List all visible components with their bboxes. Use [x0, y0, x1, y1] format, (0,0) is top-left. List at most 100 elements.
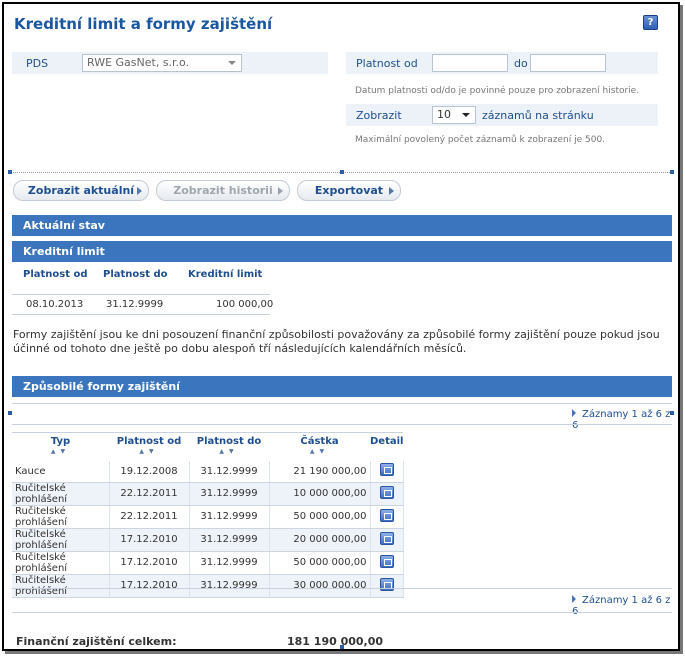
credit-divider-bottom [12, 314, 270, 315]
total-label: Finanční zajištění celkem: [16, 635, 177, 648]
arrow-right-icon [572, 409, 576, 417]
credit-header-valid-to: Platnost do [103, 269, 168, 280]
app-frame: Kreditní limit a formy zajištění ? PDS R… [2, 2, 680, 651]
divider [12, 424, 672, 425]
eligibility-note: Formy zajištění jsou ke dni posouzení fi… [13, 328, 660, 355]
export-button[interactable]: Exportovat [297, 180, 401, 201]
cell-valid-from: 22.12.2011 [109, 505, 190, 529]
cell-detail [370, 460, 404, 483]
page-size-select[interactable]: 10 [432, 106, 476, 124]
cell-valid-to: 31.12.9999 [189, 528, 270, 552]
cell-detail [370, 528, 404, 552]
sort-icon: ▲▼ [309, 448, 330, 455]
cell-valid-from: 17.12.2010 [109, 574, 190, 598]
detail-icon[interactable] [379, 463, 394, 476]
detail-icon[interactable] [379, 508, 394, 522]
cell-type: Ručitelské prohlášení [12, 528, 110, 552]
cell-valid-from: 17.12.2010 [109, 528, 190, 552]
page-title: Kreditní limit a formy zajištění [14, 15, 273, 33]
cell-valid-from: 19.12.2008 [109, 460, 190, 483]
resize-handle [8, 411, 12, 415]
cell-valid-from: 17.12.2010 [109, 551, 190, 575]
detail-icon[interactable] [379, 485, 394, 499]
column-header-valid-to[interactable]: Platnost do ▲▼ [189, 432, 269, 461]
cell-amount: 20 000 000,00 [269, 528, 371, 552]
chevron-down-icon [462, 113, 470, 117]
pds-select[interactable]: RWE GasNet, s.r.o. [82, 54, 242, 72]
table-row: Ručitelské prohlášení 22.12.2011 31.12.999… [12, 482, 404, 506]
pager-bottom-text: Záznamy 1 až 6 z 6 [572, 595, 671, 617]
cell-valid-to: 31.12.9999 [189, 551, 270, 575]
cell-detail [370, 505, 404, 529]
cell-amount: 50 000 000,00 [269, 505, 371, 529]
arrow-right-icon [572, 595, 576, 603]
cell-amount: 21 190 000,00 [269, 460, 371, 483]
cell-type: Ručitelské prohlášení [12, 574, 110, 598]
credit-divider [12, 294, 270, 295]
credit-cell-limit: 100 000,00 [216, 299, 274, 310]
cell-valid-to: 31.12.9999 [189, 505, 270, 529]
show-label: Zobrazit [356, 109, 402, 122]
show-history-button[interactable]: Zobrazit historii [156, 180, 290, 201]
cell-amount: 30 000 000,00 [269, 574, 371, 598]
valid-from-input[interactable] [432, 54, 508, 72]
resize-handle [340, 170, 344, 174]
credit-cell-valid-to: 31.12.9999 [106, 299, 164, 310]
cell-type: Ručitelské prohlášení [12, 505, 110, 529]
cell-amount: 10 000 000,00 [269, 482, 371, 506]
arrow-right-icon [389, 187, 394, 195]
section-eligible-forms: Způsobilé formy zajištění [12, 376, 672, 397]
pager-bottom[interactable]: Záznamy 1 až 6 z 6 [572, 595, 678, 617]
arrow-right-icon [278, 187, 283, 195]
resize-handle [8, 170, 12, 174]
credit-header-valid-from: Platnost od [23, 269, 88, 280]
section-credit-limit: Kreditní limit [12, 241, 672, 262]
pds-select-value: RWE GasNet, s.r.o. [87, 56, 190, 69]
table-row: Ručitelské prohlášení 17.12.2010 31.12.999… [12, 528, 404, 552]
credit-header-limit: Kreditní limit [188, 269, 263, 280]
column-header-amount[interactable]: Částka ▲▼ [269, 432, 370, 461]
sort-icon: ▲▼ [139, 448, 159, 455]
cell-valid-from: 22.12.2011 [109, 482, 190, 506]
show-history-label: Zobrazit historii [173, 184, 273, 197]
cell-detail [370, 551, 404, 575]
show-current-label: Zobrazit aktuální [27, 184, 135, 197]
show-suffix: záznamů na stránku [482, 109, 594, 122]
date-note: Datum platnosti od/do je povinné pouze p… [355, 86, 640, 96]
cell-detail [370, 482, 404, 506]
cell-valid-to: 31.12.9999 [189, 460, 270, 483]
valid-from-label: Platnost od [356, 57, 418, 70]
detail-icon[interactable] [379, 531, 394, 545]
cell-valid-to: 31.12.9999 [189, 482, 270, 506]
cell-type: Ručitelské prohlášení [12, 482, 110, 506]
column-header-type[interactable]: Typ ▲▼ [12, 432, 109, 461]
page-size-value: 10 [437, 108, 451, 121]
valid-to-label: do [514, 57, 528, 70]
total-value: 181 190 000,00 [287, 635, 384, 648]
section-current-state: Aktuální stav [12, 215, 672, 236]
divider [12, 403, 672, 404]
valid-to-input[interactable] [530, 54, 606, 72]
cell-amount: 50 000 000,00 [269, 551, 371, 575]
cell-valid-to: 31.12.9999 [189, 574, 270, 598]
detail-icon[interactable] [379, 554, 394, 568]
export-label: Exportovat [314, 184, 384, 197]
table-row: Ručitelské prohlášení 17.12.2010 31.12.999… [12, 574, 404, 598]
pager-top-text: Záznamy 1 až 6 z 6 [572, 409, 671, 431]
question-icon[interactable]: ? [643, 15, 658, 30]
forms-table: Typ ▲▼ Platnost od ▲▼ Platnost do ▲▼ Částka… [12, 432, 404, 598]
resize-handle [670, 170, 674, 174]
forms-table-body: Kauce 19.12.2008 31.12.9999 21 190 000,00 Ru… [12, 460, 404, 598]
sort-icon: ▲▼ [50, 448, 71, 455]
show-current-button[interactable]: Zobrazit aktuální [13, 180, 149, 201]
arrow-right-icon [137, 187, 142, 195]
column-header-valid-from[interactable]: Platnost od ▲▼ [109, 432, 189, 461]
divider [12, 588, 672, 589]
cell-type: Kauce [12, 460, 110, 483]
cell-type: Ručitelské prohlášení [12, 551, 110, 575]
validity-filter-row: Platnost od do [346, 52, 658, 74]
cell-detail [370, 574, 404, 598]
pager-top[interactable]: Záznamy 1 až 6 z 6 [572, 409, 678, 431]
pds-label: PDS [26, 57, 49, 70]
column-header-detail: Detail [370, 432, 404, 461]
